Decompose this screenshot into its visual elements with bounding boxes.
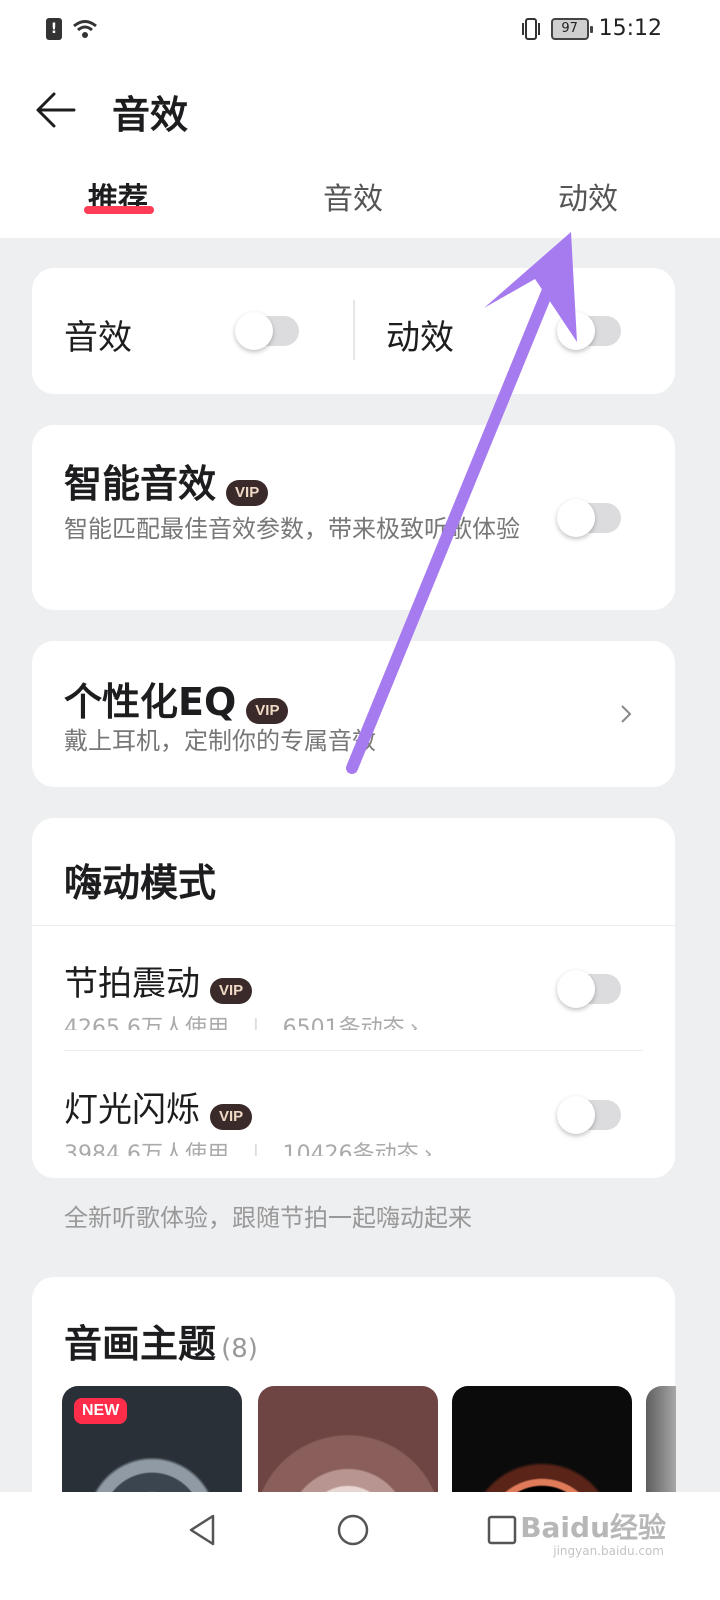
recents-square-icon[interactable]: [486, 1514, 518, 1546]
watermark-url: jingyan.baidu.com: [553, 1544, 664, 1558]
watermark-logo: Baidu经验: [520, 1511, 666, 1544]
annotation-arrow: [346, 232, 577, 774]
home-circle-icon[interactable]: [335, 1512, 371, 1548]
back-triangle-icon[interactable]: [185, 1512, 221, 1548]
